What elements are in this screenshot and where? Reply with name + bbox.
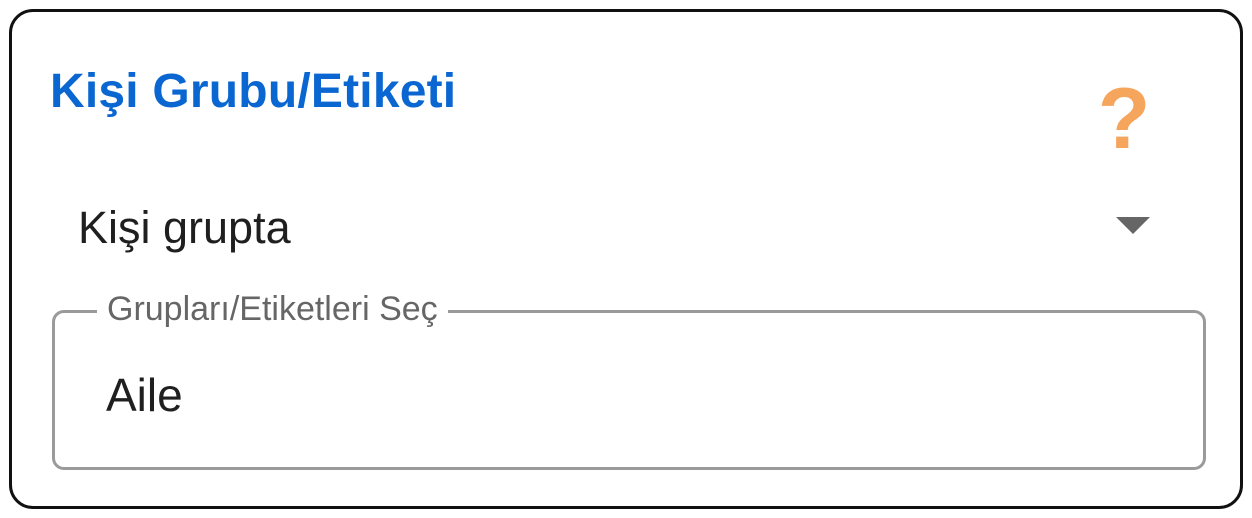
groups-tags-field-label: Grupları/Etiketleri Seç	[97, 286, 448, 332]
condition-select-value: Kişi grupta	[78, 202, 291, 253]
contact-group-tag-panel: Kişi Grubu/Etiketi ? Kişi grupta Gruplar…	[9, 9, 1243, 509]
condition-select[interactable]: Kişi grupta	[62, 190, 1152, 272]
question-mark-icon[interactable]: ?	[1098, 74, 1151, 164]
selected-group-tag: Aile	[106, 369, 183, 421]
dropdown-arrow-icon[interactable]	[1116, 217, 1150, 234]
groups-tags-select-field[interactable]: Grupları/Etiketleri Seç Aile	[52, 286, 1206, 470]
panel-title: Kişi Grubu/Etiketi	[50, 65, 457, 118]
